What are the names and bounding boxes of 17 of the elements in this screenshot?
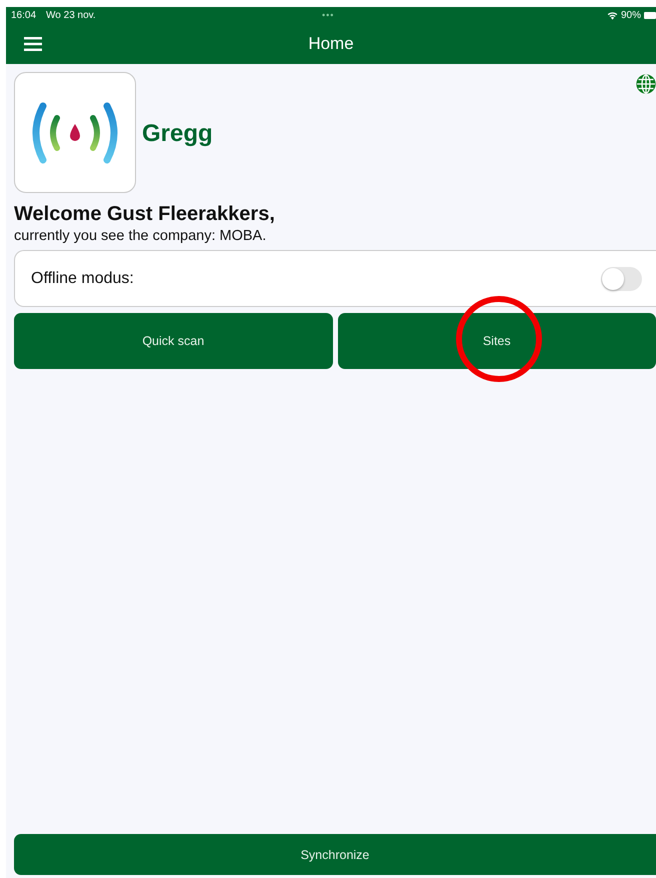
menu-icon[interactable] bbox=[24, 36, 42, 50]
welcome-heading: Welcome Gust Fleerakkers, bbox=[14, 203, 276, 226]
offline-label: Offline modus: bbox=[31, 270, 134, 288]
globe-icon[interactable] bbox=[636, 74, 656, 94]
battery-icon bbox=[644, 12, 656, 18]
action-button[interactable]: Sites bbox=[338, 313, 656, 369]
battery-percentage: 90% bbox=[620, 10, 641, 20]
multitasking-dots[interactable]: ••• bbox=[322, 10, 334, 20]
synchronize-button[interactable]: Synchronize bbox=[14, 834, 656, 875]
status-time: 16:04 bbox=[11, 10, 36, 20]
status-date: Wo 23 nov. bbox=[46, 10, 96, 20]
action-button[interactable]: Quick scan bbox=[14, 313, 332, 369]
brand-name: Gregg bbox=[142, 120, 213, 148]
company-text: currently you see the company: MOBA. bbox=[14, 228, 268, 244]
page-title: Home bbox=[307, 34, 355, 54]
wifi-icon bbox=[606, 10, 618, 20]
offline-toggle[interactable] bbox=[601, 266, 642, 290]
